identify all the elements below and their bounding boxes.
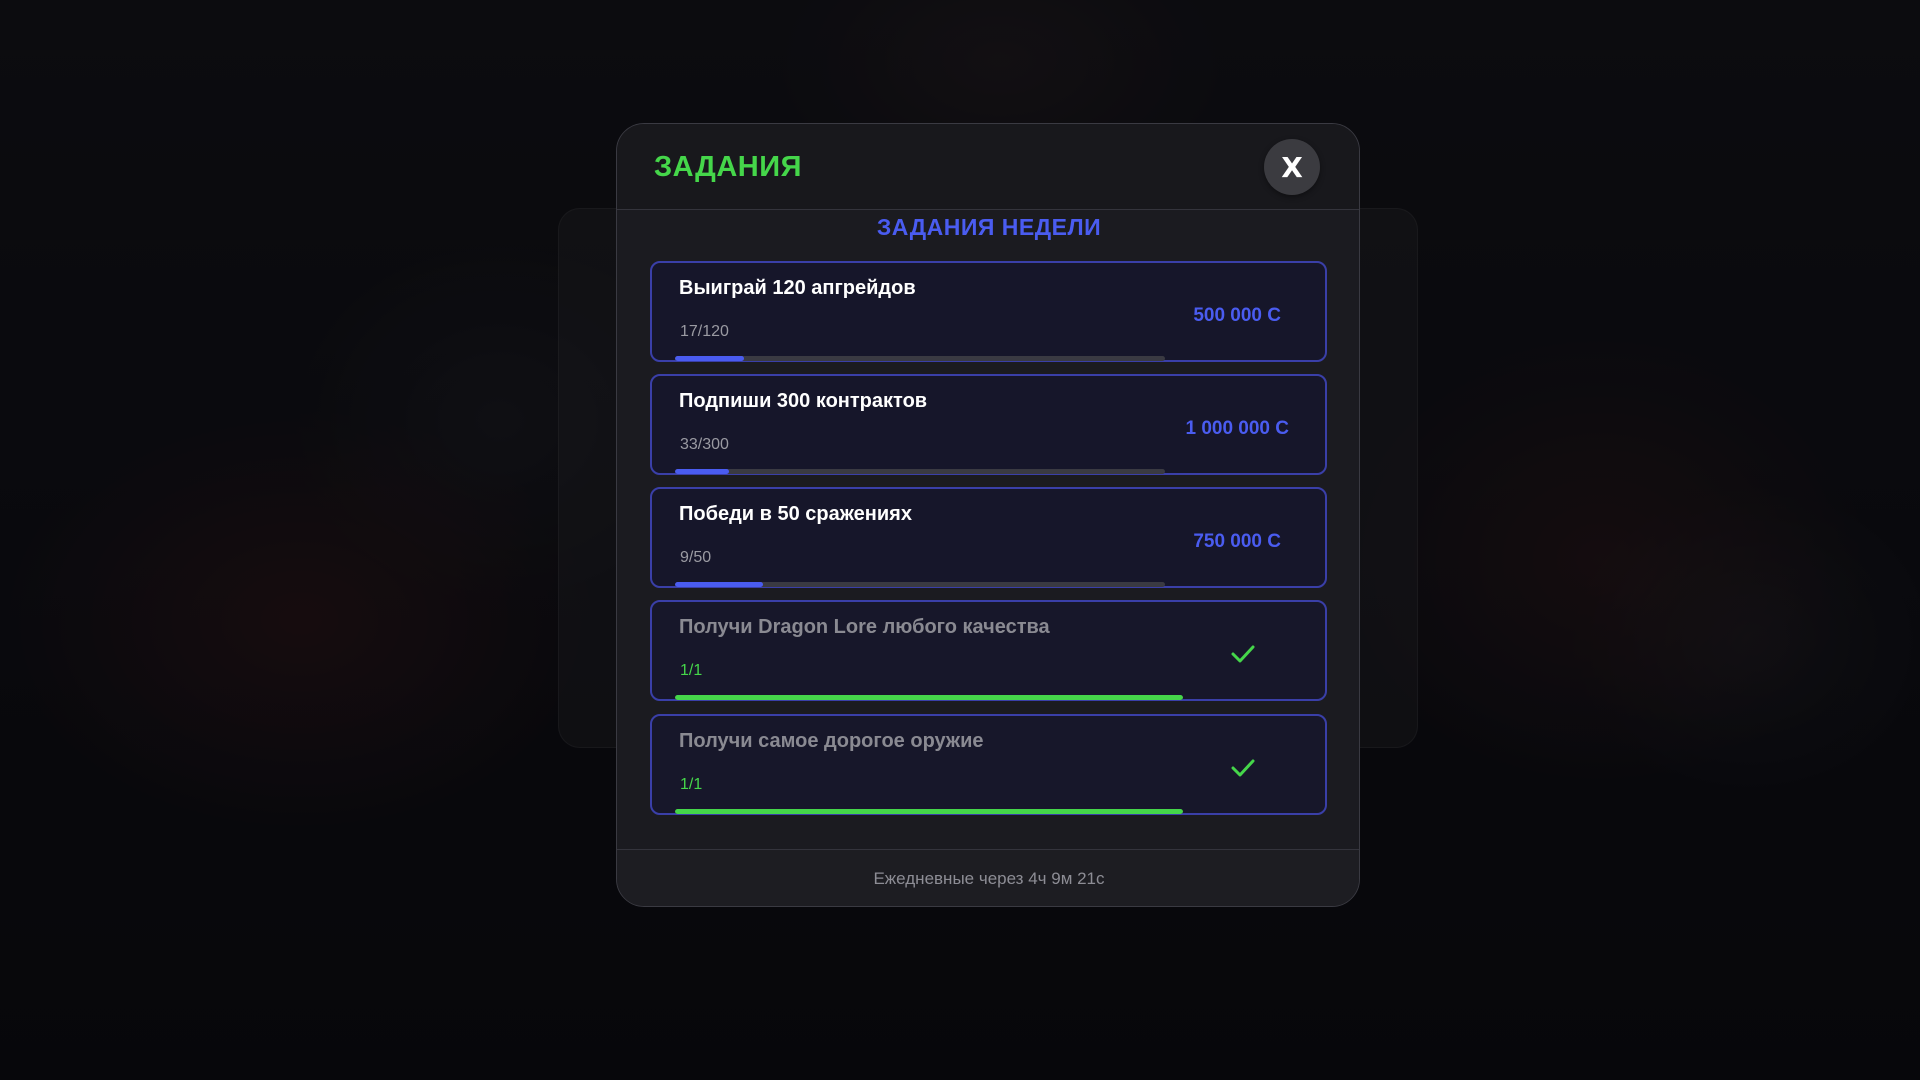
task-progress-text: 33/300: [680, 436, 729, 453]
progress-bar-fill: [675, 809, 1183, 814]
progress-bar: [675, 582, 1165, 587]
progress-bar-fill: [675, 582, 764, 587]
section-title-weekly: ЗАДАНИЯ НЕДЕЛИ: [876, 214, 1102, 240]
check-icon: [1231, 645, 1255, 663]
daily-reset-timer: Ежедневные через 4ч 9м 21с: [873, 869, 1105, 888]
task-name: Победи в 50 сражениях: [679, 503, 912, 525]
task-name: Получи самое дорогое оружие: [679, 730, 984, 752]
task-name: Подпиши 300 контрактов: [679, 390, 928, 412]
task-name: Получи Dragon Lore любого качества: [679, 616, 1050, 638]
progress-bar: [675, 356, 1165, 361]
task-reward: 750 000 C: [1193, 531, 1281, 552]
task-card-completed: Получи самое дорогое оружие 1/1: [650, 714, 1327, 815]
modal-footer: Ежедневные через 4ч 9м 21с: [617, 849, 1359, 906]
progress-bar: [675, 695, 1183, 700]
task-reward: 1 000 000 C: [1185, 418, 1289, 439]
progress-bar: [675, 809, 1183, 814]
task-card-completed: Получи Dragon Lore любого качества 1/1: [650, 600, 1327, 701]
task-card: Подпиши 300 контрактов 33/300 1 000 000 …: [650, 374, 1327, 475]
modal-title: ЗАДАНИЯ: [654, 151, 802, 183]
task-progress-text: 1/1: [680, 662, 703, 679]
progress-bar-fill: [675, 469, 729, 474]
modal-header: ЗАДАНИЯ X: [617, 124, 1359, 210]
close-button[interactable]: X: [1264, 139, 1320, 195]
check-icon: [1231, 759, 1255, 777]
task-card: Победи в 50 сражениях 9/50 750 000 C: [650, 487, 1327, 588]
task-progress-text: 9/50: [680, 549, 712, 566]
task-card: Выиграй 120 апгрейдов 17/120 500 000 C: [650, 261, 1327, 362]
task-name: Выиграй 120 апгрейдов: [679, 277, 916, 299]
progress-bar: [675, 469, 1165, 474]
task-progress-text: 17/120: [680, 323, 729, 340]
task-reward: 500 000 C: [1193, 305, 1281, 326]
tasks-modal: ЗАДАНИЯ X ЗАДАНИЯ НЕДЕЛИ Выиграй 120 апг…: [616, 123, 1360, 907]
task-progress-text: 1/1: [680, 776, 703, 793]
progress-bar-fill: [675, 356, 744, 361]
progress-bar-fill: [675, 695, 1183, 700]
